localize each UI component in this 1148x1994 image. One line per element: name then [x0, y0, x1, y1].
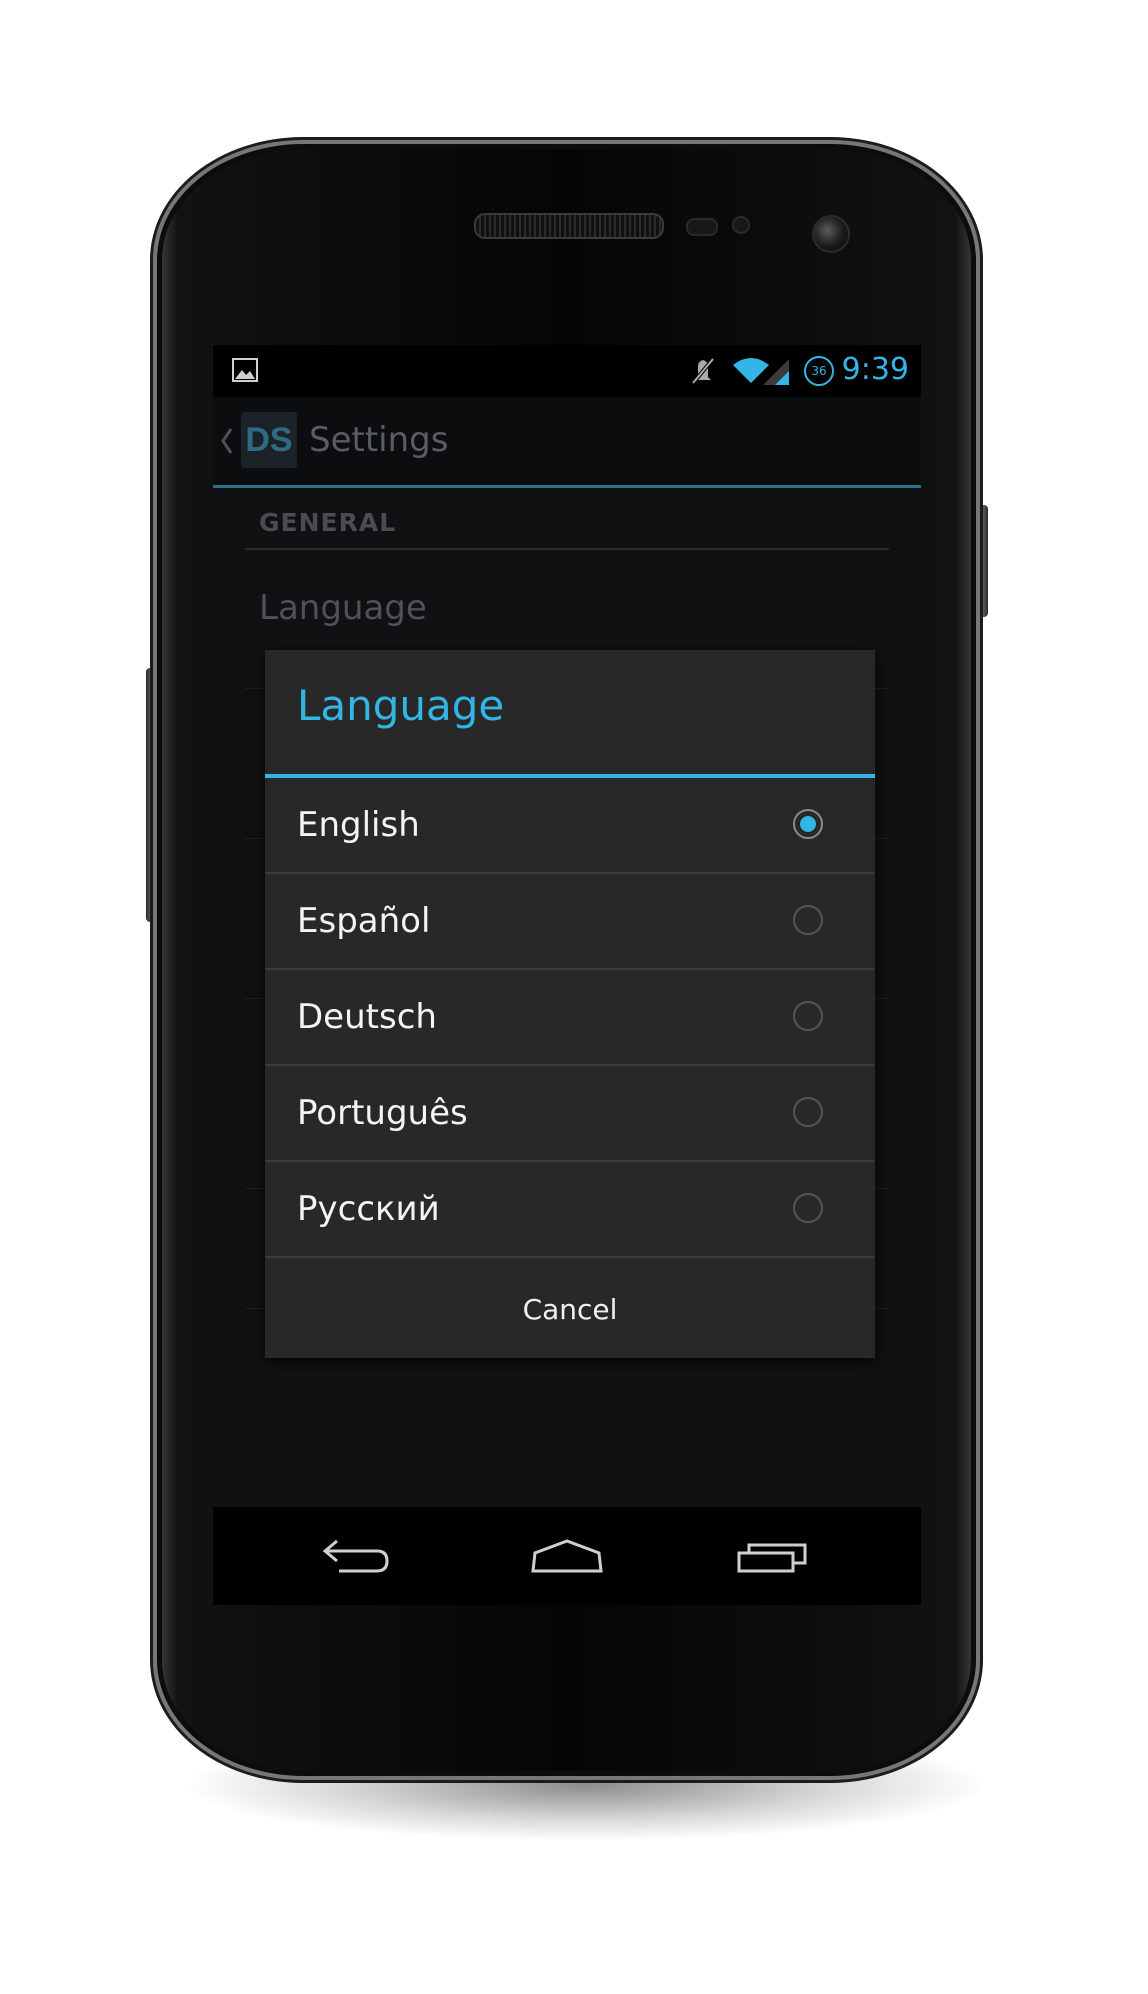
- status-bar: 36 9:39: [213, 345, 921, 397]
- option-divider: [265, 1256, 875, 1258]
- preference-language[interactable]: Language: [259, 588, 427, 628]
- language-option-portugues[interactable]: Português: [265, 1066, 875, 1162]
- up-caret-icon[interactable]: [219, 423, 235, 459]
- gallery-icon: [232, 358, 258, 382]
- option-label: Русский: [297, 1189, 440, 1229]
- light-sensor: [732, 216, 750, 234]
- download-badge: 36: [804, 356, 834, 386]
- earpiece-speaker: [474, 213, 664, 239]
- recent-apps-icon[interactable]: [733, 1527, 813, 1587]
- dialog-title: Language: [297, 681, 505, 730]
- language-option-espanol[interactable]: Español: [265, 874, 875, 970]
- app-icon[interactable]: DS: [241, 412, 297, 468]
- navigation-bar: [213, 1507, 921, 1605]
- phone-screen: 36 9:39 DS Settings GENERAL Language Lan…: [213, 345, 921, 1605]
- mute-icon: [691, 357, 715, 385]
- option-label: English: [297, 805, 420, 845]
- signal-icon: [763, 359, 789, 385]
- language-option-russian[interactable]: Русский: [265, 1162, 875, 1258]
- language-dialog: Language English Español Deutsch Portugu…: [265, 650, 875, 1358]
- radio-unchecked-icon[interactable]: [793, 905, 823, 935]
- back-icon[interactable]: [313, 1527, 393, 1587]
- proximity-sensor: [686, 218, 718, 236]
- cancel-button[interactable]: Cancel: [265, 1262, 875, 1358]
- language-option-deutsch[interactable]: Deutsch: [265, 970, 875, 1066]
- radio-unchecked-icon[interactable]: [793, 1097, 823, 1127]
- radio-unchecked-icon[interactable]: [793, 1193, 823, 1223]
- section-divider: [245, 548, 889, 550]
- page-title: Settings: [309, 420, 449, 460]
- status-clock: 9:39: [841, 352, 909, 387]
- home-icon[interactable]: [527, 1527, 607, 1587]
- option-label: Español: [297, 901, 431, 941]
- action-bar: DS Settings: [213, 397, 921, 488]
- front-camera: [812, 215, 850, 253]
- language-option-english[interactable]: English: [265, 778, 875, 874]
- radio-checked-icon[interactable]: [793, 809, 823, 839]
- radio-unchecked-icon[interactable]: [793, 1001, 823, 1031]
- section-header: GENERAL: [259, 508, 397, 537]
- option-label: Português: [297, 1093, 468, 1133]
- option-label: Deutsch: [297, 997, 437, 1037]
